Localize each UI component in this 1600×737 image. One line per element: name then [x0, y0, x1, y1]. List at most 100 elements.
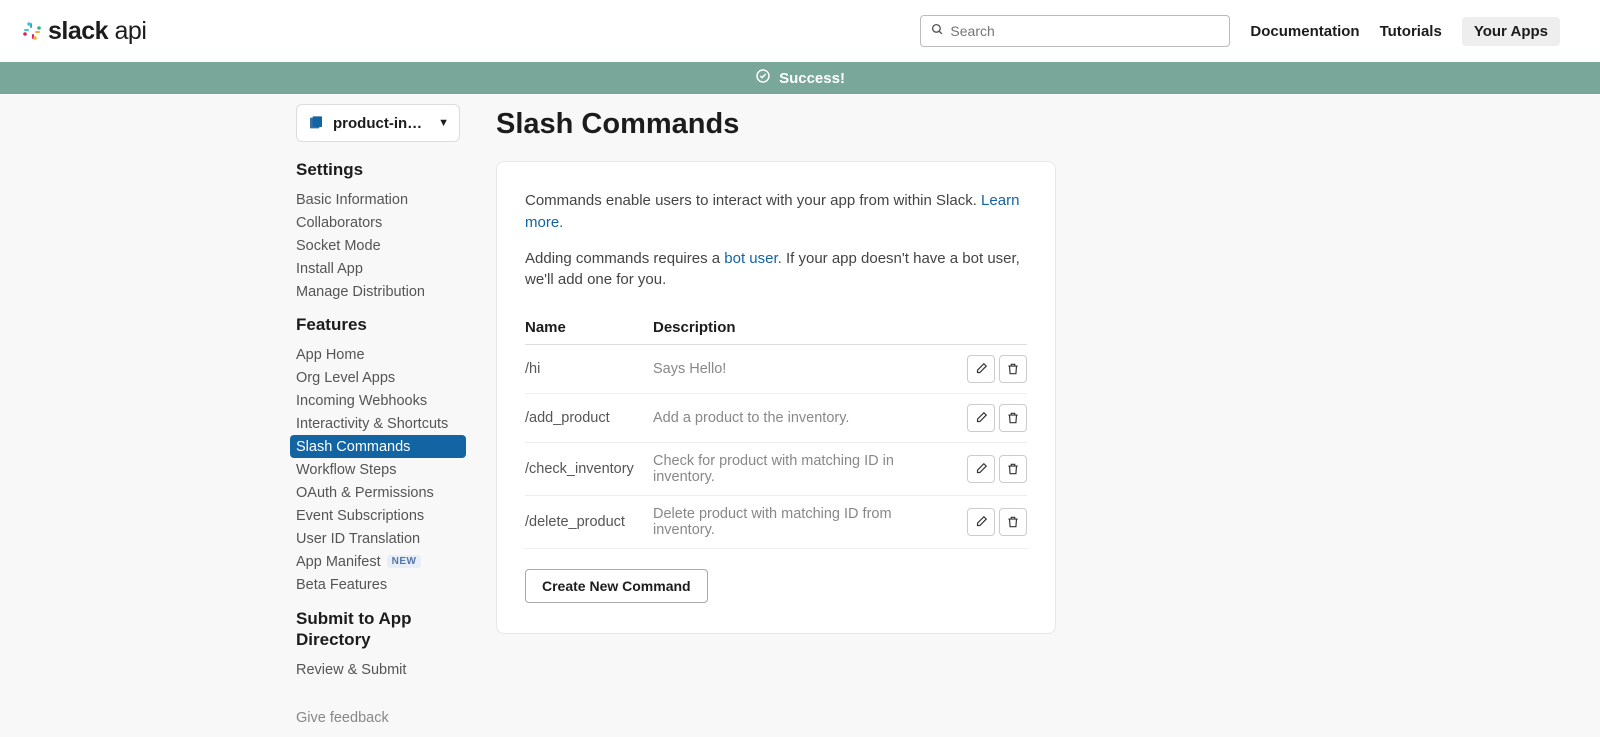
sidebar-item-incoming-webhooks[interactable]: Incoming Webhooks: [290, 389, 466, 412]
sidebar-item-collaborators[interactable]: Collaborators: [290, 211, 466, 234]
nav-your-apps[interactable]: Your Apps: [1462, 17, 1560, 46]
sidebar-item-oauth-permissions[interactable]: OAuth & Permissions: [290, 481, 466, 504]
commands-card: Commands enable users to interact with y…: [496, 161, 1056, 634]
sidebar-item-review-submit[interactable]: Review & Submit: [290, 659, 466, 682]
success-text: Success!: [779, 70, 845, 87]
sidebar-item-label: App Manifest: [296, 554, 381, 570]
main-panel: Slash Commands Commands enable users to …: [496, 104, 1056, 737]
sidebar-item-label: Workflow Steps: [296, 462, 396, 478]
sidebar-item-org-level-apps[interactable]: Org Level Apps: [290, 366, 466, 389]
th-description: Description: [653, 311, 955, 345]
edit-button[interactable]: [967, 455, 995, 483]
body: product-invent… ▼ Settings Basic Informa…: [0, 94, 1600, 737]
new-badge: NEW: [387, 555, 422, 568]
page-title: Slash Commands: [496, 108, 1056, 141]
sidebar-item-interactivity-shortcuts[interactable]: Interactivity & Shortcuts: [290, 412, 466, 435]
sidebar-item-label: Manage Distribution: [296, 284, 425, 300]
trash-icon: [1006, 362, 1020, 376]
th-name: Name: [525, 311, 653, 345]
trash-icon: [1006, 515, 1020, 529]
trash-icon: [1006, 462, 1020, 476]
edit-button[interactable]: [967, 508, 995, 536]
command-description: Add a product to the inventory.: [653, 394, 955, 443]
table-row: /add_productAdd a product to the invento…: [525, 394, 1027, 443]
commands-table: Name Description /hiSays Hello!/add_prod…: [525, 311, 1027, 549]
header: slack api Documentation Tutorials Your A…: [0, 0, 1600, 62]
sidebar-item-app-home[interactable]: App Home: [290, 343, 466, 366]
pencil-icon: [974, 462, 988, 476]
sidebar-item-label: Event Subscriptions: [296, 508, 424, 524]
command-name: /delete_product: [525, 496, 653, 549]
sidebar-item-label: Collaborators: [296, 215, 382, 231]
sidebar-item-basic-information[interactable]: Basic Information: [290, 188, 466, 211]
sidebar-item-install-app[interactable]: Install App: [290, 257, 466, 280]
search-input[interactable]: [950, 23, 1219, 39]
sidebar-item-label: Basic Information: [296, 192, 408, 208]
intro-paragraph-1: Commands enable users to interact with y…: [525, 190, 1027, 234]
sidebar-item-label: OAuth & Permissions: [296, 485, 434, 501]
search-box[interactable]: [920, 15, 1230, 47]
give-feedback-link[interactable]: Give feedback: [296, 710, 460, 726]
nav-tutorials[interactable]: Tutorials: [1380, 23, 1442, 40]
command-actions: [955, 496, 1027, 549]
intro-paragraph-2: Adding commands requires a bot user. If …: [525, 248, 1027, 292]
sidebar-item-manage-distribution[interactable]: Manage Distribution: [290, 280, 466, 303]
pencil-icon: [974, 515, 988, 529]
sidebar-item-beta-features[interactable]: Beta Features: [290, 573, 466, 596]
delete-button[interactable]: [999, 355, 1027, 383]
command-actions: [955, 394, 1027, 443]
chevron-down-icon: ▼: [438, 117, 449, 129]
app-selector[interactable]: product-invent… ▼: [296, 104, 460, 142]
pencil-icon: [974, 411, 988, 425]
header-right: Documentation Tutorials Your Apps: [920, 15, 1560, 47]
nav-documentation[interactable]: Documentation: [1250, 23, 1359, 40]
command-description: Says Hello!: [653, 345, 955, 394]
command-description: Delete product with matching ID from inv…: [653, 496, 955, 549]
slack-logo-icon: [20, 19, 44, 43]
create-new-command-button[interactable]: Create New Command: [525, 569, 708, 603]
delete-button[interactable]: [999, 455, 1027, 483]
table-row: /hiSays Hello!: [525, 345, 1027, 394]
sidebar-item-label: Socket Mode: [296, 238, 381, 254]
sidebar-item-label: Incoming Webhooks: [296, 393, 427, 409]
command-name: /hi: [525, 345, 653, 394]
command-actions: [955, 345, 1027, 394]
success-banner: Success!: [0, 62, 1600, 94]
pencil-icon: [974, 362, 988, 376]
sidebar-section-submit: Submit to App Directory: [296, 608, 460, 651]
command-actions: [955, 443, 1027, 496]
app-selector-name: product-invent…: [333, 115, 430, 132]
sidebar-item-label: Slash Commands: [296, 439, 410, 455]
sidebar-item-label: Org Level Apps: [296, 370, 395, 386]
sidebar-item-workflow-steps[interactable]: Workflow Steps: [290, 458, 466, 481]
brand-text: slack api: [48, 17, 146, 46]
sidebar-item-label: User ID Translation: [296, 531, 420, 547]
trash-icon: [1006, 411, 1020, 425]
sidebar-item-label: Interactivity & Shortcuts: [296, 416, 448, 432]
delete-button[interactable]: [999, 404, 1027, 432]
sidebar-item-app-manifest[interactable]: App Manifest NEW: [290, 550, 466, 573]
success-icon: [755, 68, 771, 88]
slack-api-logo[interactable]: slack api: [20, 17, 146, 46]
sidebar-item-label: Beta Features: [296, 577, 387, 593]
sidebar-item-event-subscriptions[interactable]: Event Subscriptions: [290, 504, 466, 527]
bot-user-link[interactable]: bot user: [724, 250, 777, 267]
sidebar-item-user-id-translation[interactable]: User ID Translation: [290, 527, 466, 550]
table-row: /delete_productDelete product with match…: [525, 496, 1027, 549]
app-icon: [307, 114, 325, 132]
sidebar-section-settings: Settings: [296, 160, 460, 180]
edit-button[interactable]: [967, 404, 995, 432]
sidebar-item-label: Install App: [296, 261, 363, 277]
command-name: /check_inventory: [525, 443, 653, 496]
command-name: /add_product: [525, 394, 653, 443]
table-row: /check_inventoryCheck for product with m…: [525, 443, 1027, 496]
sidebar-item-slash-commands[interactable]: Slash Commands: [290, 435, 466, 458]
sidebar: product-invent… ▼ Settings Basic Informa…: [296, 104, 460, 737]
sidebar-section-features: Features: [296, 315, 460, 335]
sidebar-item-label: App Home: [296, 347, 365, 363]
sidebar-item-socket-mode[interactable]: Socket Mode: [290, 234, 466, 257]
search-icon: [931, 23, 944, 40]
edit-button[interactable]: [967, 355, 995, 383]
sidebar-item-label: Review & Submit: [296, 662, 406, 678]
delete-button[interactable]: [999, 508, 1027, 536]
